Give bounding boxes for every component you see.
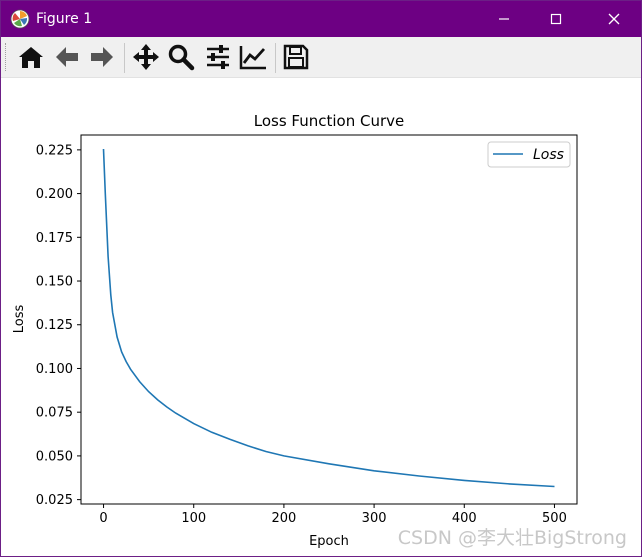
zoom-button[interactable] — [165, 41, 197, 73]
axis-ticks: 0 100 200 300 400 5000.0250.0500.0750.1000.12… — [36, 143, 567, 526]
customize-button[interactable] — [237, 41, 269, 73]
minimize-icon — [499, 18, 509, 20]
back-button[interactable] — [51, 41, 83, 73]
x-tick-label: 100 — [181, 511, 206, 526]
legend-label: Loss — [533, 147, 564, 163]
axes-frame — [80, 134, 578, 505]
x-axis-label: Epoch — [309, 534, 349, 549]
loss-series-line — [102, 148, 555, 488]
y-tick-label: 0.125 — [36, 318, 73, 333]
line-chart-icon — [239, 46, 266, 70]
y-tick-label: 0.200 — [36, 187, 73, 202]
window-title: Figure 1 — [36, 11, 93, 27]
arrow-left-icon — [56, 47, 78, 67]
close-button[interactable] — [591, 1, 637, 37]
toolbar-separator — [275, 43, 276, 73]
move-icon — [133, 44, 159, 70]
close-icon — [608, 13, 620, 25]
pan-button[interactable] — [130, 41, 162, 73]
matplotlib-logo-icon — [10, 9, 30, 29]
minimize-button[interactable] — [481, 1, 527, 37]
toolbar-separator — [124, 43, 125, 73]
magnifier-icon — [168, 44, 195, 71]
figure-canvas[interactable]: Loss Function Curve 0 100 200 300 400 500 0.02… — [1, 78, 641, 556]
subplots-button[interactable] — [202, 41, 234, 73]
x-tick-label: 300 — [362, 511, 387, 526]
y-tick-label: 0.100 — [36, 362, 73, 377]
y-tick-label: 0.225 — [36, 143, 73, 158]
loss-curve-plot: Loss Function Curve 0 100 200 300 400 5000.02… — [12, 112, 578, 549]
legend: Loss — [487, 141, 571, 168]
toolbar-grip — [5, 43, 9, 71]
save-button[interactable] — [280, 41, 312, 73]
floppy-disk-icon — [283, 44, 309, 70]
y-tick-label: 0.075 — [36, 406, 73, 421]
x-tick-label: 0 — [99, 511, 107, 526]
sliders-icon — [207, 45, 229, 69]
y-tick-label: 0.150 — [36, 275, 73, 290]
navigation-toolbar — [1, 37, 641, 78]
chart-title: Loss Function Curve — [254, 112, 405, 130]
title-bar: Figure 1 — [1, 1, 641, 37]
forward-button[interactable] — [86, 41, 118, 73]
x-tick-label: 200 — [271, 511, 296, 526]
y-tick-label: 0.050 — [36, 449, 73, 464]
y-tick-label: 0.175 — [36, 231, 73, 246]
maximize-icon — [550, 13, 562, 25]
figure-window: Figure 1 Loss Function Curve 0 100 200 3… — [0, 0, 642, 557]
home-icon — [19, 47, 43, 68]
arrow-right-icon — [91, 47, 113, 67]
y-tick-label: 0.025 — [36, 493, 73, 508]
home-button[interactable] — [15, 41, 47, 73]
watermark: CSDN @李大壮BigStrong — [397, 527, 627, 549]
maximize-button[interactable] — [533, 1, 579, 37]
y-axis-label: Loss — [12, 305, 27, 334]
